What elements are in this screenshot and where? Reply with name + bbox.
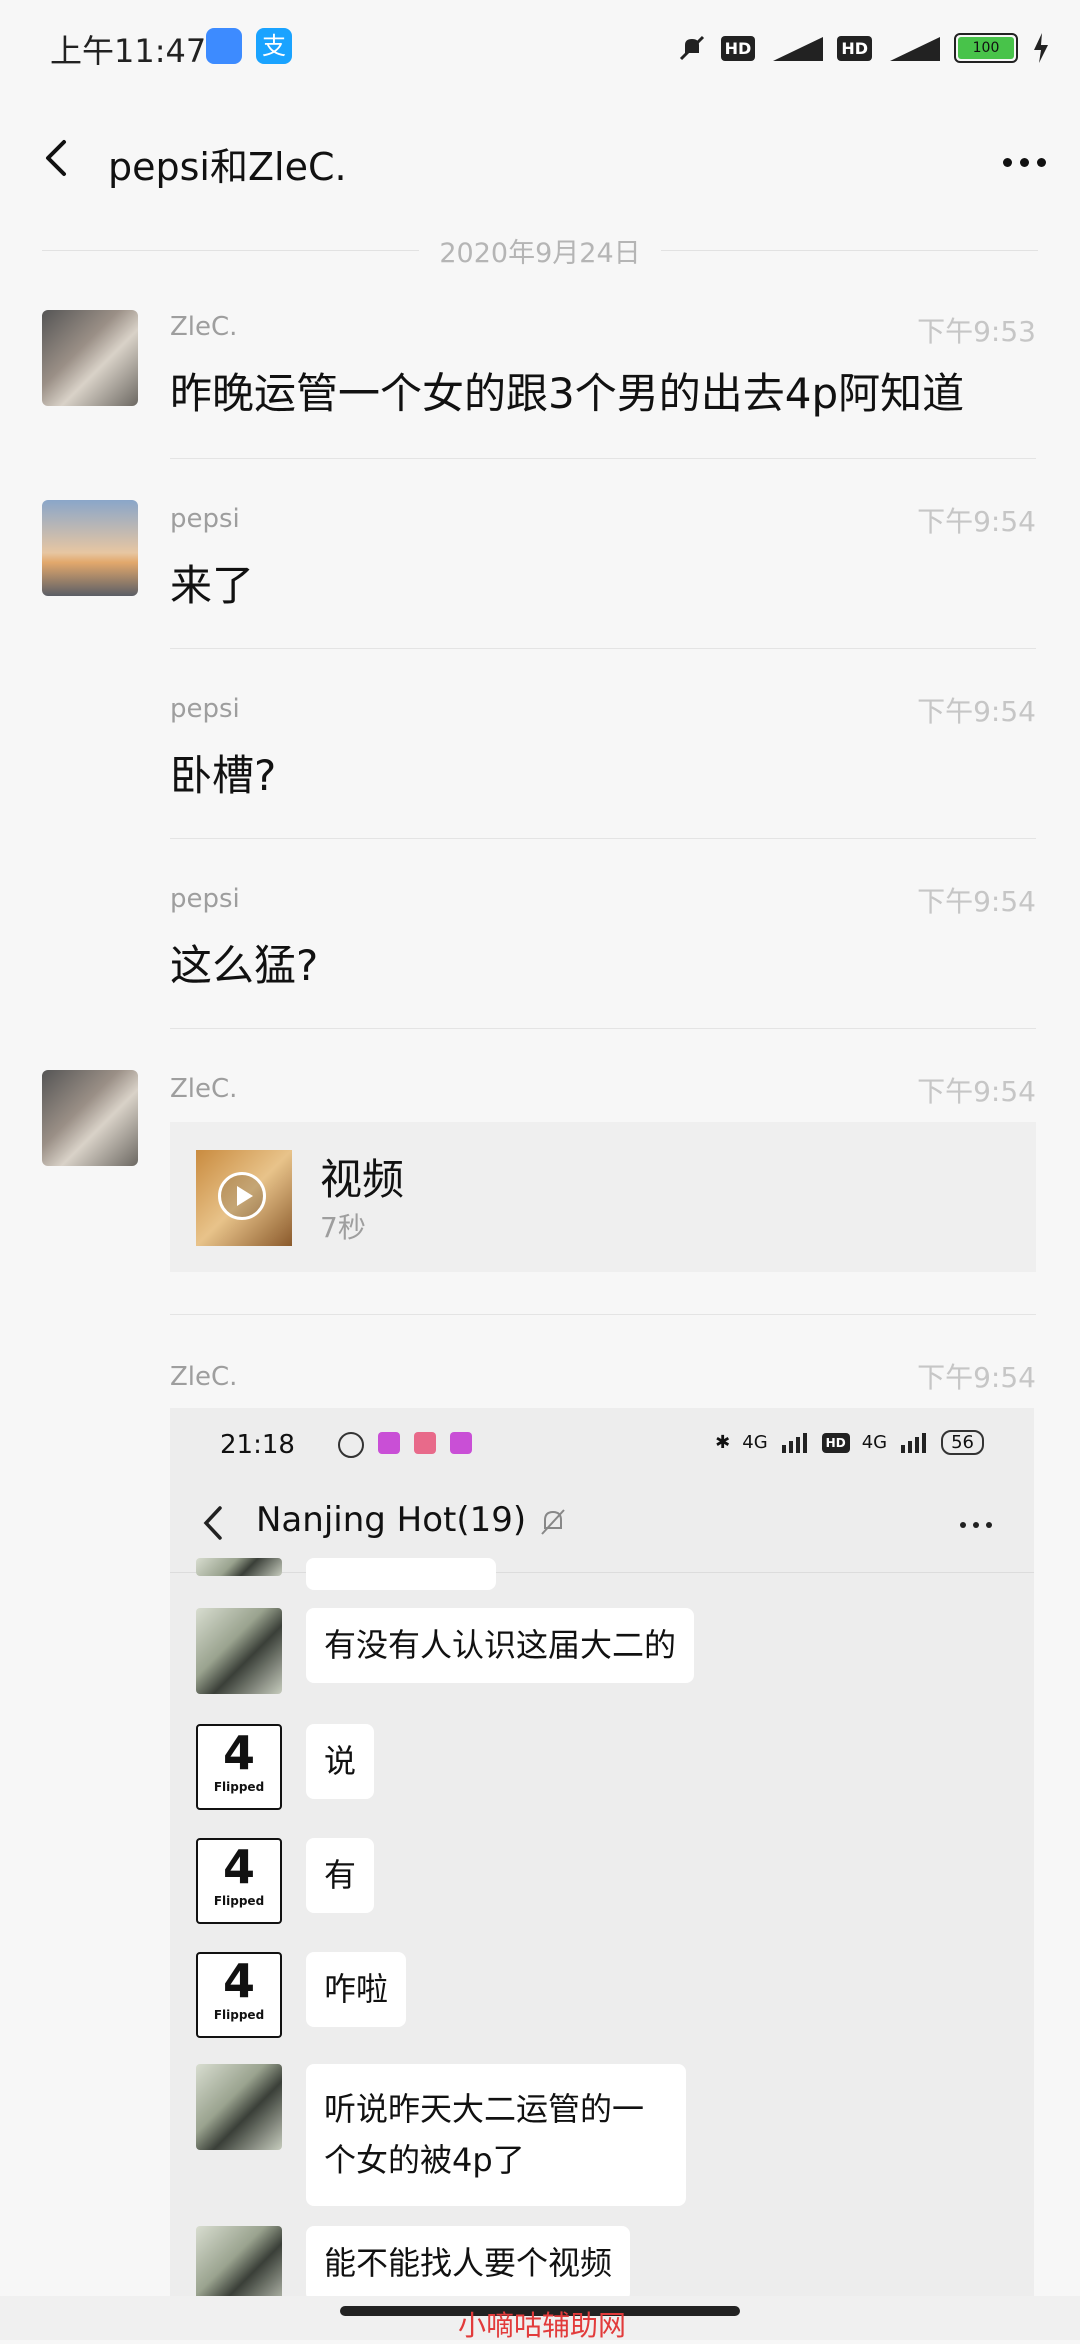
message-time: 下午9:54: [917, 1075, 1036, 1108]
shot-net-a: 4G: [742, 1432, 768, 1453]
alarm-icon: [338, 1432, 364, 1458]
more-options-icon[interactable]: [1003, 158, 1046, 167]
message-text: 卧槽?: [170, 751, 277, 800]
chat-title: pepsi和ZleC.: [108, 145, 347, 189]
shot-avatar-flipped: 4 Flipped: [196, 1952, 282, 2038]
alipay-icon: 支: [256, 28, 292, 64]
shot-bubble: 能不能找人要个视频: [306, 2226, 631, 2300]
shot-group-title: Nanjing Hot(19): [256, 1500, 527, 1540]
sender-name: pepsi: [170, 694, 240, 724]
shot-bubble: 有: [306, 1838, 375, 1914]
shot-bubble: 有没有人认识这届大二的: [306, 1608, 695, 1684]
message-time: 下午9:54: [917, 1361, 1036, 1394]
hd-badge: HD: [720, 35, 756, 61]
shot-avatar-money: [196, 1558, 282, 1576]
message-time: 下午9:54: [917, 695, 1036, 728]
message-text: 来了: [170, 561, 255, 610]
hd-badge-2: HD: [837, 35, 872, 61]
divider: [170, 1314, 1036, 1315]
avatar-pepsi[interactable]: [42, 500, 138, 596]
sender-name: ZleC.: [170, 1074, 238, 1104]
shot-hd: HD: [821, 1432, 850, 1453]
shot-bubble: 说: [306, 1724, 375, 1800]
shot-partial-bubble: [306, 1558, 496, 1590]
shot-app-icons: [338, 1432, 472, 1458]
video-thumbnail[interactable]: [196, 1150, 292, 1246]
screenshot-image[interactable]: 21:18 ✱ 4G HD 4G 56 Nanjing Hot(19) 有没有人…: [170, 1408, 1034, 2300]
divider: [170, 838, 1036, 839]
shot-status-time: 21:18: [220, 1430, 295, 1460]
sender-name: pepsi: [170, 504, 240, 534]
divider: [170, 648, 1036, 649]
shot-status-right: ✱ 4G HD 4G 56: [715, 1430, 984, 1455]
shot-battery: 56: [941, 1430, 984, 1455]
bluetooth-icon: ✱: [715, 1432, 731, 1453]
video-label: 视频: [320, 1155, 405, 1204]
shot-bubble: 听说昨天大二运管的一个女的被4p了: [306, 2064, 686, 2207]
signal-icon: [901, 1432, 927, 1453]
mute-icon: [679, 35, 704, 61]
mute-bell-icon: [541, 1509, 565, 1535]
signal-icon: [773, 37, 824, 61]
status-right-icons: HD HD 100: [677, 28, 1050, 68]
video-message-card[interactable]: 视频 7秒: [170, 1122, 1036, 1272]
signal-icon-2: [890, 37, 940, 61]
app-icon: [378, 1432, 400, 1454]
watermark: 小嘀咕辅助网: [458, 2309, 627, 2342]
avatar-zlec[interactable]: [42, 310, 138, 406]
app-icon: [414, 1432, 436, 1454]
app-icon: [450, 1432, 472, 1454]
status-bar: 上午11:47 支 HD HD 100: [0, 0, 1080, 96]
shot-avatar-money: [196, 2226, 282, 2300]
shot-avatar-flipped: 4 Flipped: [196, 1724, 282, 1810]
shot-more-icon: [960, 1522, 992, 1528]
divider: [170, 1028, 1036, 1029]
message-text: 昨晚运管一个女的跟3个男的出去4p阿知道: [170, 369, 965, 418]
video-duration: 7秒: [320, 1211, 366, 1244]
sender-name: ZleC.: [170, 1362, 238, 1392]
message-time: 下午9:53: [917, 315, 1036, 348]
shot-net-b: 4G: [861, 1432, 888, 1453]
signal-icon: [781, 1432, 807, 1453]
shot-bubble: 咋啦: [306, 1952, 407, 2028]
play-icon[interactable]: [218, 1172, 266, 1220]
shot-back-icon: [203, 1506, 222, 1540]
date-separator: 2020年9月24日: [42, 230, 1038, 270]
message-time: 下午9:54: [917, 885, 1036, 918]
back-arrow-icon[interactable]: [38, 138, 78, 178]
sender-name: ZleC.: [170, 312, 238, 342]
divider: [170, 458, 1036, 459]
shot-avatar-flipped: 4 Flipped: [196, 1838, 282, 1924]
battery-icon: 100: [954, 33, 1018, 63]
sender-name: pepsi: [170, 884, 240, 914]
message-time: 下午9:54: [917, 505, 1036, 538]
app-notification-icon: [206, 28, 242, 64]
shot-avatar-money: [196, 2064, 282, 2150]
nav-bar: pepsi和ZleC.: [0, 110, 1080, 210]
avatar-zlec[interactable]: [42, 1070, 138, 1166]
status-time: 上午11:47: [50, 32, 207, 70]
message-text: 这么猛?: [170, 941, 319, 990]
shot-avatar-money: [196, 1608, 282, 1694]
charging-icon: [1034, 33, 1048, 63]
